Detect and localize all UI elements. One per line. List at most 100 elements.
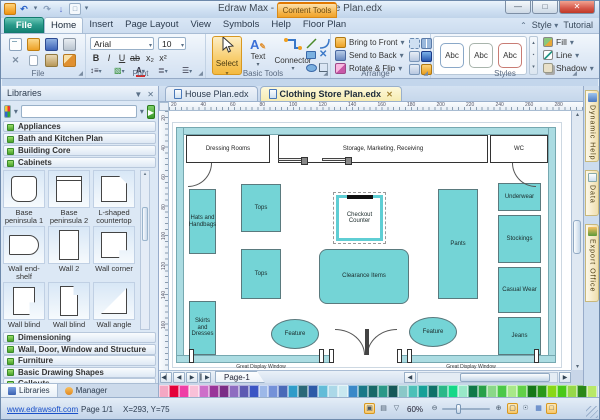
bring-to-front-button[interactable]: Bring to Front▾ xyxy=(335,37,404,48)
scroll-left-icon[interactable]: ◀ xyxy=(404,372,416,383)
shape-wall-corner-5[interactable]: Wall corner xyxy=(93,226,135,273)
close-panel-icon[interactable]: ✕ xyxy=(147,88,154,102)
grid-icon[interactable]: ▦ xyxy=(533,403,544,414)
fixture-pants[interactable]: Pants xyxy=(438,189,478,299)
doc-tab-clothing-store-plan-edx[interactable]: Clothing Store Plan.edx✕ xyxy=(260,86,402,101)
shape-wall-blind-7[interactable]: Wall blind xyxy=(48,282,90,329)
prev-page-button[interactable]: ◀ xyxy=(173,372,185,383)
save-icon[interactable] xyxy=(45,38,58,51)
fixture-tops[interactable]: Tops xyxy=(241,184,281,232)
fixture-feature[interactable]: Feature xyxy=(409,317,457,347)
tab-home[interactable]: Home xyxy=(44,17,83,33)
open-icon[interactable] xyxy=(27,38,40,51)
library-section-wall-door-window-and-structure[interactable]: Wall, Door, Window and Structure xyxy=(3,344,156,355)
shape-grid-scroll-thumb[interactable] xyxy=(142,207,148,241)
file-group-launcher-icon[interactable]: ◢ xyxy=(78,70,83,77)
fit-page-icon[interactable]: ▢ xyxy=(507,403,518,414)
fixture-hats-and-handbags[interactable]: Hats and Handbags xyxy=(189,189,216,254)
tab-page-layout[interactable]: Page Layout xyxy=(119,17,184,33)
text-tool-button[interactable]: A✎ Text ▾ xyxy=(246,37,270,68)
minimize-ribbon-icon[interactable]: ⌃ xyxy=(520,21,527,30)
tab-floor-plan[interactable]: Floor Plan xyxy=(297,17,352,33)
library-section-furniture[interactable]: Furniture xyxy=(3,355,156,366)
shape-base-peninsula-2-1[interactable]: Base peninsula 2 xyxy=(48,170,90,225)
room-storage-marketing-receiving[interactable]: Storage, Marketing, Receiving xyxy=(278,135,488,163)
library-menu-dropdown-icon[interactable]: ▾ xyxy=(14,107,18,116)
panel-tab-libraries[interactable]: Libraries xyxy=(1,384,58,397)
pan-icon[interactable]: □ xyxy=(546,403,557,414)
tab-symbols[interactable]: Symbols xyxy=(217,17,265,33)
font-family-combo[interactable]: Arial▾ xyxy=(90,37,154,50)
pin-icon[interactable]: ▼ xyxy=(134,88,142,102)
library-search-input[interactable] xyxy=(21,105,137,118)
library-section-bath-and-kitchen-plan[interactable]: Bath and Kitchen Plan xyxy=(3,133,156,144)
next-page-button[interactable]: ▶ xyxy=(186,372,198,383)
room-dressing-rooms[interactable]: Dressing Rooms xyxy=(186,135,270,163)
maximize-button[interactable]: □ xyxy=(532,1,558,14)
copy-icon[interactable] xyxy=(29,55,38,66)
cut-icon[interactable]: ✕ xyxy=(9,54,22,67)
shape-wall-angle-8[interactable]: Wall angle xyxy=(93,282,135,329)
shape-wall-blind-6[interactable]: Wall blind xyxy=(3,282,45,329)
library-section-cabinets[interactable]: Cabinets xyxy=(3,157,156,168)
rectangle-tool-icon[interactable] xyxy=(306,51,316,59)
shape-l-shaped-countertop-2[interactable]: L-shaped countertop xyxy=(93,170,135,225)
vertical-scroll-thumb[interactable] xyxy=(573,220,581,254)
format-painter-icon[interactable] xyxy=(63,54,76,67)
underline-button[interactable]: U xyxy=(116,52,128,64)
library-menu-icon[interactable] xyxy=(4,105,11,118)
subscript-button[interactable]: x₂ xyxy=(144,52,156,64)
arc-tool-icon[interactable] xyxy=(319,38,330,49)
shape-wall-2-4[interactable]: Wall 2 xyxy=(48,226,90,273)
bold-button[interactable]: B xyxy=(90,52,102,64)
zoom-slider[interactable] xyxy=(442,408,490,410)
italic-button[interactable]: I xyxy=(103,52,115,64)
file-menu-button[interactable]: File xyxy=(4,17,44,33)
horizontal-scrollbar[interactable] xyxy=(417,372,558,383)
export-office-tab[interactable]: Export Office xyxy=(585,224,599,302)
tab-insert[interactable]: Insert xyxy=(83,17,119,33)
shape-base-peninsula-1-0[interactable]: Base peninsula 1 xyxy=(3,170,45,225)
zoom-slider-knob[interactable] xyxy=(456,404,461,414)
doc-tab-house-plan-edx[interactable]: House Plan.edx xyxy=(165,86,258,101)
font-size-combo[interactable]: 10▾ xyxy=(158,37,186,50)
arrange-group-launcher-icon[interactable]: ◢ xyxy=(423,70,428,77)
drawing-canvas[interactable]: Dressing Rooms Storage, Marketing, Receiv… xyxy=(169,111,571,370)
edrawsoft-link[interactable]: www.edrawsoft.com xyxy=(7,405,78,414)
data-tab[interactable]: Data xyxy=(585,170,599,216)
fixture-clearance-items[interactable]: Clearance Items xyxy=(319,249,409,304)
close-document-icon[interactable]: ✕ xyxy=(386,90,393,99)
tutorial-menu[interactable]: Tutorial xyxy=(563,20,593,30)
horizontal-scroll-thumb[interactable] xyxy=(460,373,550,382)
group-shapes-icon[interactable] xyxy=(409,38,420,49)
font-group-launcher-icon[interactable]: ◢ xyxy=(198,70,203,77)
shape-grid-scrollbar[interactable]: ▴ xyxy=(140,170,150,330)
line-button[interactable]: Line▾ xyxy=(543,50,579,60)
fit-view-icon[interactable]: ▤ xyxy=(378,403,389,414)
style-swatch-blue[interactable]: Abc xyxy=(440,43,464,68)
zoom-out-icon[interactable]: ⊖ xyxy=(429,403,440,414)
vertical-scrollbar[interactable]: ▴ ▾ xyxy=(571,111,583,370)
tab-help[interactable]: Help xyxy=(265,17,297,33)
style-swatch-red[interactable]: Abc xyxy=(498,43,522,68)
delete-tool-icon[interactable]: ✕ xyxy=(319,49,327,60)
style-swatch-gray[interactable]: Abc xyxy=(469,43,493,68)
page-view-icon[interactable]: ▽ xyxy=(391,403,402,414)
last-page-button[interactable]: ▎▶ xyxy=(199,372,211,383)
shape-wall-end-shelf-3[interactable]: Wall end-shelf xyxy=(3,226,45,281)
strikethrough-button[interactable]: ab xyxy=(129,52,141,64)
library-section-basic-drawing-shapes[interactable]: Basic Drawing Shapes xyxy=(3,367,156,378)
minimize-button[interactable]: — xyxy=(505,1,531,14)
add-library-button[interactable]: ▶ xyxy=(147,105,155,119)
fill-button[interactable]: Fill▾ xyxy=(543,37,574,47)
fixture-feature[interactable]: Feature xyxy=(271,319,319,349)
basic-tools-group-launcher-icon[interactable]: ◢ xyxy=(323,70,328,77)
dynamic-help-tab[interactable]: Dynamic Help xyxy=(585,90,599,162)
first-page-button[interactable]: ◀▏ xyxy=(160,372,172,383)
library-section-building-core[interactable]: Building Core xyxy=(3,145,156,156)
panel-tab-manager[interactable]: Manager xyxy=(58,384,115,397)
superscript-button[interactable]: x² xyxy=(157,52,169,64)
close-button[interactable]: ✕ xyxy=(559,1,595,14)
library-section-dimensioning[interactable]: Dimensioning xyxy=(3,332,156,343)
fixture-skirts-and-dresses[interactable]: Skirts and Dresses xyxy=(189,301,216,355)
